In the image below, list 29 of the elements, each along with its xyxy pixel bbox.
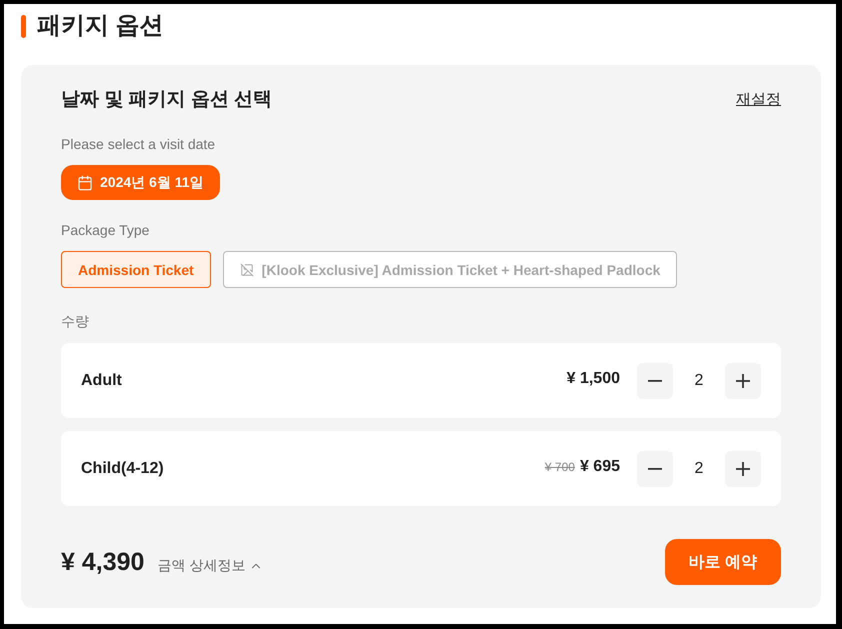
date-button[interactable]: 2024년 6월 11일 <box>61 165 220 200</box>
quantity-label: 수량 <box>61 312 89 331</box>
minus-icon <box>648 468 662 470</box>
total-price: ¥ 4,390 <box>61 548 144 576</box>
increase-button[interactable] <box>725 450 761 486</box>
reset-link[interactable]: 재설정 <box>736 89 781 111</box>
ticket-name: Adult <box>81 372 122 390</box>
date-label: Please select a visit date <box>61 135 216 154</box>
ticket-price: ¥ 1,500 <box>566 370 620 388</box>
image-icon <box>240 262 254 276</box>
decrease-button[interactable] <box>637 450 673 486</box>
decrease-button[interactable] <box>637 362 673 398</box>
quantity-value: 2 <box>694 460 704 478</box>
title-accent-bar <box>21 14 26 38</box>
minus-icon <box>648 380 662 382</box>
package-label: Package Type <box>61 221 150 240</box>
panel-heading: 날짜 및 패키지 옵션 선택 <box>61 89 272 111</box>
plus-icon <box>736 374 750 388</box>
increase-button[interactable] <box>725 362 761 398</box>
calendar-icon <box>77 174 93 190</box>
quantity-value: 2 <box>694 372 704 390</box>
package-option[interactable]: Admission Ticket <box>61 251 211 288</box>
price-details-toggle[interactable]: 금액 상세정보 <box>157 556 264 574</box>
ticket-name: Child(4-12) <box>81 460 164 478</box>
section-title: 패키지 옵션 <box>37 12 164 40</box>
book-now-button[interactable]: 바로 예약 <box>664 539 781 585</box>
original-price: ¥ 700 <box>544 460 575 474</box>
ticket-price: ¥ 695 <box>580 458 620 476</box>
plus-icon <box>736 462 750 476</box>
